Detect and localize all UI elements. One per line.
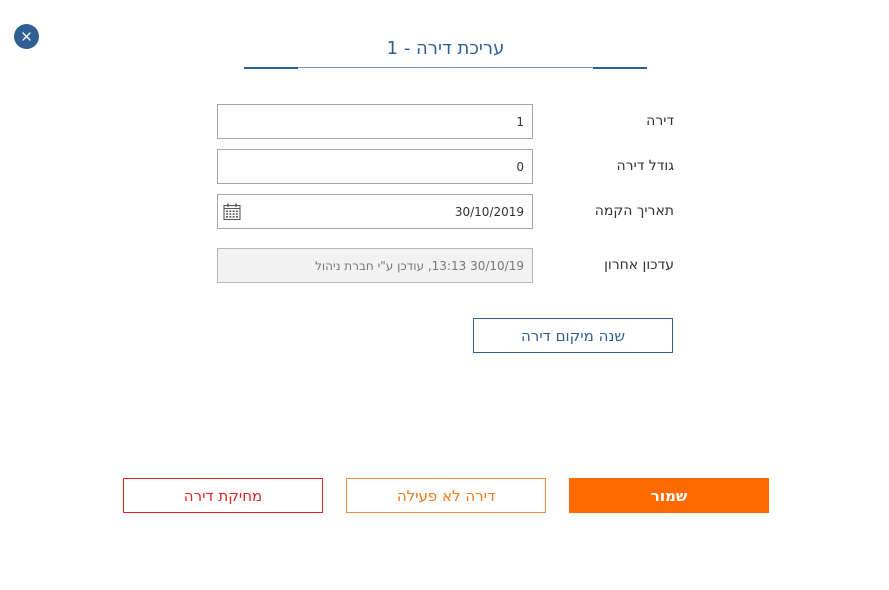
title-underline bbox=[244, 67, 647, 68]
apartment-size-input[interactable] bbox=[217, 149, 533, 184]
close-button[interactable] bbox=[14, 24, 39, 49]
dialog-title: עריכת דירה - 1 bbox=[386, 38, 505, 59]
last-update-label: עדכון אחרון bbox=[604, 257, 674, 273]
title-underline-accent-right bbox=[593, 67, 647, 69]
apartment-label: דירה bbox=[646, 113, 674, 129]
title-underline-accent-left bbox=[244, 67, 298, 69]
last-update-field bbox=[217, 248, 533, 283]
build-date-field bbox=[217, 194, 533, 229]
calendar-icon[interactable] bbox=[223, 203, 241, 220]
close-icon bbox=[22, 32, 31, 41]
apartment-input[interactable] bbox=[217, 104, 533, 139]
apartment-size-label: גודל דירה bbox=[616, 158, 674, 174]
save-button[interactable]: שמור bbox=[569, 478, 769, 513]
build-date-input[interactable] bbox=[217, 194, 533, 229]
delete-apartment-button[interactable]: מחיקת דירה bbox=[123, 478, 323, 513]
build-date-label: תאריך הקמה bbox=[594, 203, 674, 219]
inactive-apartment-button[interactable]: דירה לא פעילה bbox=[346, 478, 546, 513]
change-location-button[interactable]: שנה מיקום דירה bbox=[473, 318, 673, 353]
